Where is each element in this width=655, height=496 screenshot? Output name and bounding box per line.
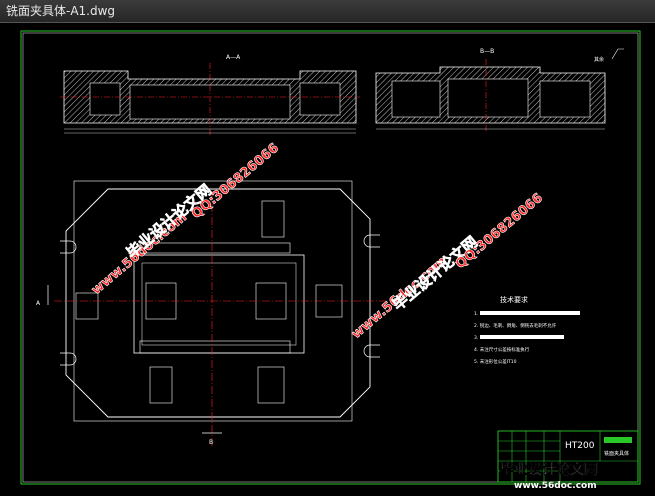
title-block-mark — [604, 437, 632, 443]
plan-view: A B — [36, 180, 386, 447]
tech-req-title: 技术要求 — [500, 295, 528, 304]
window-title: 铣面夹具体-A1.dwg — [6, 4, 116, 18]
footer-watermark: 毕业设计论文网 www.56doc.com — [500, 461, 598, 491]
cut-label-b: B — [209, 439, 213, 446]
drawing-canvas[interactable]: A—A B—B 其余 A B 技术要求 1. 2. 锐边、毛刺、倒角、倒钝去毛刺… — [0, 23, 655, 492]
section-b-b-view: B—B 其余 — [375, 48, 624, 133]
cad-drawing: A—A B—B 其余 A B 技术要求 1. 2. 锐边、毛刺、倒角、倒钝去毛刺… — [20, 30, 641, 491]
watermark-right-brand: 毕业设计论文网 — [389, 232, 482, 314]
part-name-label: 铣面夹具体 — [604, 450, 629, 457]
section-a-a-view: A—A — [60, 54, 360, 135]
tech-req-item-1: 1. — [474, 311, 478, 317]
tech-req-item-3: 3. — [474, 335, 478, 341]
watermark-brand-right: 毕业设计论文网 — [389, 233, 481, 314]
tech-req-item-5: 5. 未注形位公差IT10 — [474, 358, 517, 365]
watermark-qq-right: QQ:306826066 — [453, 191, 546, 272]
roughness-symbol — [611, 48, 624, 60]
roughness-note: 其余 — [594, 56, 604, 63]
material-label: HT200 — [565, 441, 595, 451]
technical-requirements: 技术要求 1. 2. 锐边、毛刺、倒角、倒钝去毛刺不允许 3. 4. 未注尺寸公… — [474, 295, 580, 365]
watermark-brand-left: 毕业设计论文网 — [123, 181, 215, 262]
footer-site: www.56doc.com — [514, 481, 597, 491]
watermark-left-brand: 毕业设计论文网 — [123, 180, 216, 262]
section-aa-label: A—A — [226, 54, 241, 61]
section-bb-label: B—B — [480, 48, 494, 55]
tech-req-item-4: 4. 未注尺寸公差按标准执行 — [474, 346, 530, 353]
cut-label-a: A — [36, 300, 41, 307]
tech-req-item-2: 2. 锐边、毛刺、倒角、倒钝去毛刺不允许 — [474, 322, 557, 329]
watermark-right-qq: QQ:306826066 — [453, 190, 547, 272]
footer-brand: 毕业设计论文网 — [500, 461, 598, 478]
window-titlebar: 铣面夹具体-A1.dwg — [0, 0, 655, 23]
